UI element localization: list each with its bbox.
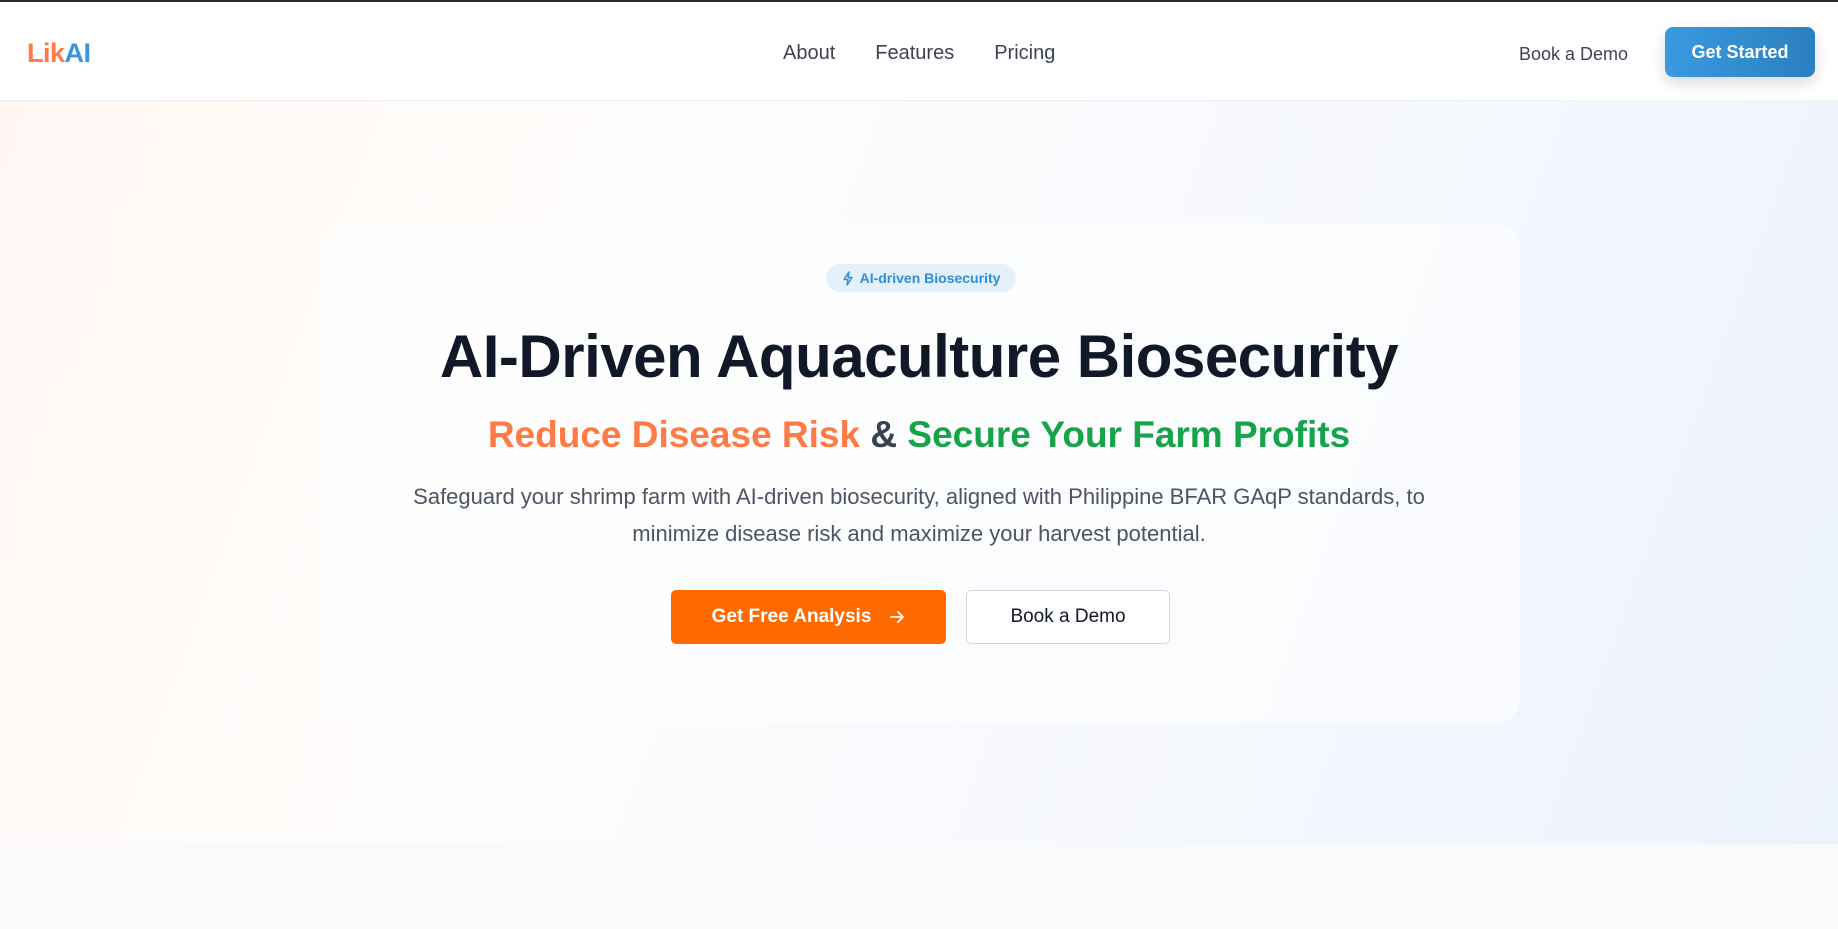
logo-part-ai: AI	[64, 38, 92, 68]
nav-link-features[interactable]: Features	[875, 42, 954, 65]
subtitle-profits: Secure Your Farm Profits	[907, 414, 1351, 455]
get-started-button[interactable]: Get Started	[1665, 27, 1815, 77]
arrow-right-icon	[890, 611, 905, 623]
navbar: LikAI About Features Pricing Book a Demo…	[0, 2, 1838, 101]
nav-links: About Features Pricing	[783, 42, 1055, 65]
hero-title: AI-Driven Aquaculture Biosecurity	[439, 323, 1399, 390]
hero-badge: AI-driven Biosecurity	[826, 264, 1016, 292]
get-free-analysis-label: Get Free Analysis	[711, 606, 872, 627]
nav-book-demo-link[interactable]: Book a Demo	[1519, 44, 1628, 65]
hero-section	[0, 101, 1838, 844]
hero-subtitle: Reduce Disease Risk & Secure Your Farm P…	[0, 414, 1838, 456]
hero-description: Safeguard your shrimp farm with AI-drive…	[413, 484, 1425, 546]
logo-part-lik: Lik	[27, 38, 65, 68]
lightning-icon	[842, 270, 853, 286]
logo[interactable]: LikAI	[27, 38, 91, 69]
get-free-analysis-button[interactable]: Get Free Analysis	[671, 590, 946, 644]
nav-link-about[interactable]: About	[783, 42, 835, 65]
subtitle-amp: &	[870, 414, 898, 455]
hero-card	[320, 223, 1520, 723]
badge-label: AI-driven Biosecurity	[859, 270, 1001, 286]
nav-link-pricing[interactable]: Pricing	[994, 42, 1055, 65]
book-demo-button[interactable]: Book a Demo	[966, 590, 1170, 644]
subtitle-risk: Reduce Disease Risk	[487, 414, 861, 455]
